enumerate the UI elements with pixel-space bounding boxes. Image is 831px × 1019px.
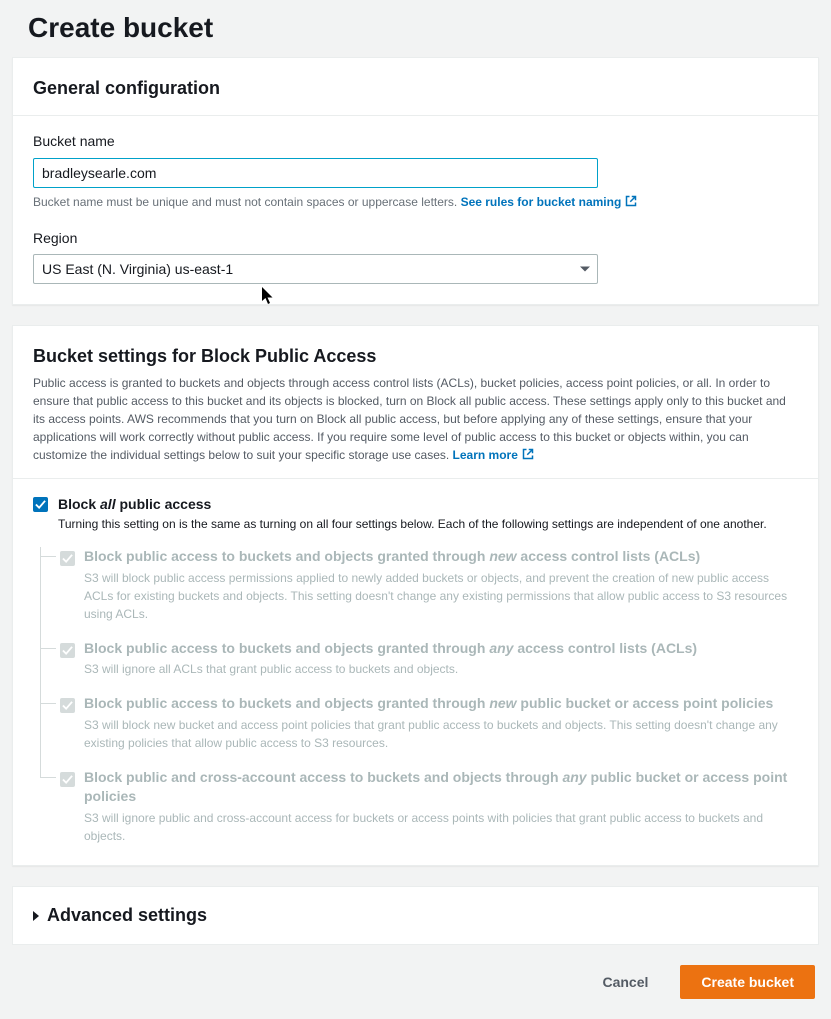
bpa-item-any-policies-checkbox bbox=[60, 772, 75, 787]
bpa-item-new-policies-checkbox bbox=[60, 698, 75, 713]
bucket-naming-rules-link[interactable]: See rules for bucket naming bbox=[461, 195, 638, 209]
bucket-name-field: Bucket name Bucket name must be unique a… bbox=[33, 132, 798, 210]
general-config-header: General configuration bbox=[13, 58, 818, 116]
block-all-public-access-checkbox[interactable] bbox=[33, 497, 48, 512]
block-all-public-access-desc: Turning this setting on is the same as t… bbox=[58, 516, 767, 533]
bpa-item-desc: S3 will ignore public and cross-account … bbox=[84, 809, 798, 845]
block-public-access-panel: Bucket settings for Block Public Access … bbox=[12, 325, 819, 866]
general-config-heading: General configuration bbox=[33, 76, 798, 101]
bpa-description: Public access is granted to buckets and … bbox=[33, 374, 798, 464]
page-title: Create bucket bbox=[12, 0, 819, 57]
bpa-item-label: Block public access to buckets and objec… bbox=[84, 547, 798, 567]
bpa-header: Bucket settings for Block Public Access … bbox=[13, 326, 818, 478]
bpa-item-desc: S3 will ignore all ACLs that grant publi… bbox=[84, 660, 798, 678]
external-link-icon bbox=[625, 195, 637, 207]
advanced-settings-toggle[interactable]: Advanced settings bbox=[12, 886, 819, 945]
region-field: Region US East (N. Virginia) us-east-1 bbox=[33, 229, 798, 285]
check-icon bbox=[62, 700, 73, 711]
advanced-settings-heading: Advanced settings bbox=[47, 903, 207, 928]
block-all-public-access-label: Block all public access bbox=[58, 495, 767, 515]
form-footer: Cancel Create bucket bbox=[12, 965, 819, 999]
check-icon bbox=[62, 553, 73, 564]
block-all-public-access-row: Block all public access Turning this set… bbox=[33, 495, 798, 533]
bpa-item-desc: S3 will block new bucket and access poin… bbox=[84, 716, 798, 752]
create-bucket-button[interactable]: Create bucket bbox=[680, 965, 815, 999]
external-link-icon bbox=[522, 448, 534, 460]
bpa-sub-settings: Block public access to buckets and objec… bbox=[40, 547, 798, 845]
caret-right-icon bbox=[33, 911, 39, 921]
bpa-heading: Bucket settings for Block Public Access bbox=[33, 344, 798, 369]
bucket-name-label: Bucket name bbox=[33, 132, 798, 152]
bpa-learn-more-link[interactable]: Learn more bbox=[453, 448, 534, 462]
region-select[interactable]: US East (N. Virginia) us-east-1 bbox=[33, 254, 598, 284]
bpa-item-label: Block public access to buckets and objec… bbox=[84, 639, 798, 659]
bpa-item-new-acls: Block public access to buckets and objec… bbox=[40, 547, 798, 639]
bpa-item-new-acls-checkbox bbox=[60, 551, 75, 566]
check-icon bbox=[35, 499, 46, 510]
bpa-item-any-acls: Block public access to buckets and objec… bbox=[40, 639, 798, 695]
bpa-item-new-policies: Block public access to buckets and objec… bbox=[40, 694, 798, 768]
bucket-name-input[interactable] bbox=[33, 158, 598, 188]
check-icon bbox=[62, 774, 73, 785]
region-label: Region bbox=[33, 229, 798, 249]
general-config-panel: General configuration Bucket name Bucket… bbox=[12, 57, 819, 305]
bpa-item-label: Block public and cross-account access to… bbox=[84, 768, 798, 807]
bpa-item-label: Block public access to buckets and objec… bbox=[84, 694, 798, 714]
bpa-item-any-policies: Block public and cross-account access to… bbox=[40, 768, 798, 845]
bpa-item-any-acls-checkbox bbox=[60, 643, 75, 658]
bucket-name-hint: Bucket name must be unique and must not … bbox=[33, 194, 798, 211]
bpa-item-desc: S3 will block public access permissions … bbox=[84, 569, 798, 623]
cancel-button[interactable]: Cancel bbox=[582, 965, 668, 999]
check-icon bbox=[62, 645, 73, 656]
